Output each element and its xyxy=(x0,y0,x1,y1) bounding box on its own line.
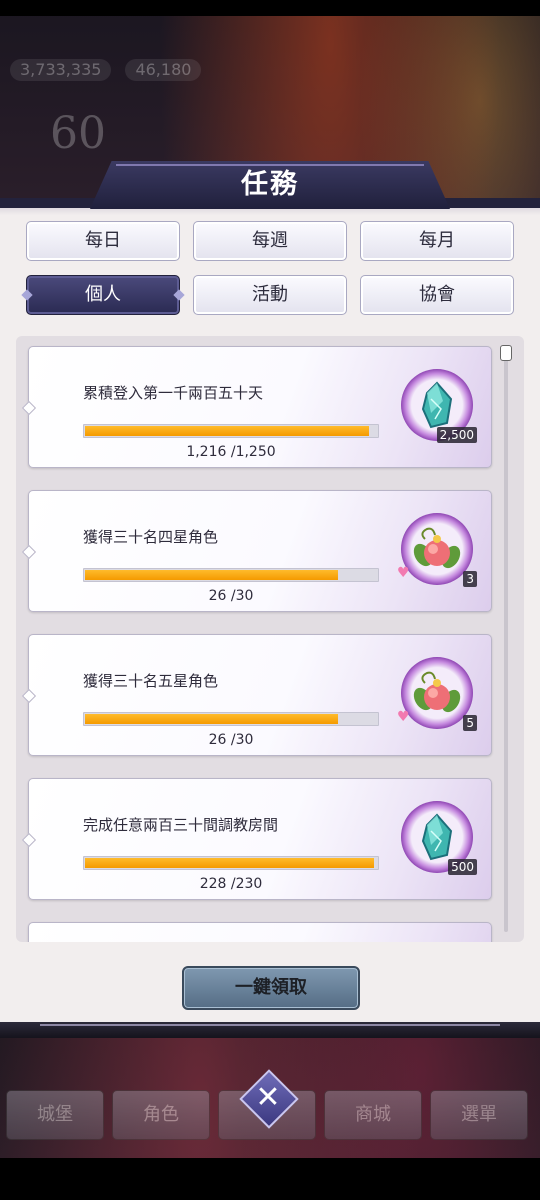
heart-icon: ♥ xyxy=(397,565,410,581)
progress-bar xyxy=(83,424,379,438)
peach-icon xyxy=(413,671,461,713)
mission-card[interactable]: 累積登入第一千兩百五十天 1,216 /1,250 2,500 xyxy=(28,346,492,468)
reward-slot[interactable]: ♥ 5 xyxy=(397,657,477,731)
reward-quantity: 3 xyxy=(463,571,477,587)
mission-title: 獲得三十名四星角色 xyxy=(83,528,219,546)
progress-text: 26 /30 xyxy=(208,732,254,748)
status-bar xyxy=(0,0,540,16)
progress-text: 228 /230 xyxy=(199,876,263,892)
reward-quantity: 2,500 xyxy=(436,427,477,443)
reward-quantity: 500 xyxy=(448,859,477,875)
progress-fill xyxy=(85,570,338,580)
progress-text: 26 /30 xyxy=(208,588,254,604)
nav-menu[interactable]: 選單 xyxy=(430,1090,528,1140)
progress-fill xyxy=(85,714,338,724)
tab-daily[interactable]: 每日 xyxy=(26,221,180,261)
progress-bar xyxy=(83,856,379,870)
player-level: 60 xyxy=(50,108,106,159)
tab-event[interactable]: 活動 xyxy=(193,275,347,315)
claim-all-button[interactable]: 一鍵領取 xyxy=(182,966,360,1010)
heart-icon: ♥ xyxy=(397,709,410,725)
gem-counter: 46,180 xyxy=(125,59,202,81)
mission-title: 獲得三十名五星角色 xyxy=(83,672,219,690)
scrollbar-track[interactable] xyxy=(504,356,508,932)
reward-slot[interactable]: ♥ 3 xyxy=(397,513,477,587)
reward-slot[interactable]: 2,500 xyxy=(401,369,477,443)
close-button[interactable]: ✕ xyxy=(239,1069,299,1129)
dialog-bottom-border xyxy=(0,1022,540,1038)
progress-fill xyxy=(85,426,369,436)
nav-castle[interactable]: 城堡 xyxy=(6,1090,104,1140)
peach-icon xyxy=(413,527,461,569)
progress-fill xyxy=(85,858,374,868)
reward-slot[interactable]: 500 xyxy=(401,801,477,875)
title-wing-right xyxy=(440,198,540,208)
tab-personal[interactable]: 個人 xyxy=(26,275,180,315)
tab-weekly[interactable]: 每週 xyxy=(193,221,347,261)
reward-quantity: 5 xyxy=(463,715,477,731)
progress-text: 1,216 /1,250 xyxy=(186,444,276,460)
navigation-bar xyxy=(0,1158,540,1200)
progress-bar xyxy=(83,568,379,582)
close-icon: ✕ xyxy=(255,1080,281,1115)
scrollbar-thumb[interactable] xyxy=(500,345,512,361)
mission-title: 完成任意兩百三十間調教房間 xyxy=(83,816,279,834)
gold-counter: 3,733,335 xyxy=(10,59,112,81)
progress-bar xyxy=(83,712,379,726)
mission-title: 累積登入第一千兩百五十天 xyxy=(83,384,264,402)
nav-characters[interactable]: 角色 xyxy=(112,1090,210,1140)
nav-shop[interactable]: 商城 xyxy=(324,1090,422,1140)
mission-card[interactable]: 獲得三十名四星角色 26 /30 ♥ 3 xyxy=(28,490,492,612)
mission-card[interactable]: 完成任意兩百三十間調教房間 228 /230 500 xyxy=(28,778,492,900)
tab-guild[interactable]: 協會 xyxy=(360,275,514,315)
dialog-title: 任務 xyxy=(241,169,299,200)
mission-list[interactable]: 累積登入第一千兩百五十天 1,216 /1,250 2,500 獲得三十名四星角… xyxy=(16,336,524,942)
mission-card-partial[interactable] xyxy=(28,922,492,942)
mission-card[interactable]: 獲得三十名五星角色 26 /30 ♥ 5 xyxy=(28,634,492,756)
background-hud: 3,733,335 46,180 xyxy=(10,52,530,88)
tab-monthly[interactable]: 每月 xyxy=(360,221,514,261)
title-wing-left xyxy=(0,198,100,208)
